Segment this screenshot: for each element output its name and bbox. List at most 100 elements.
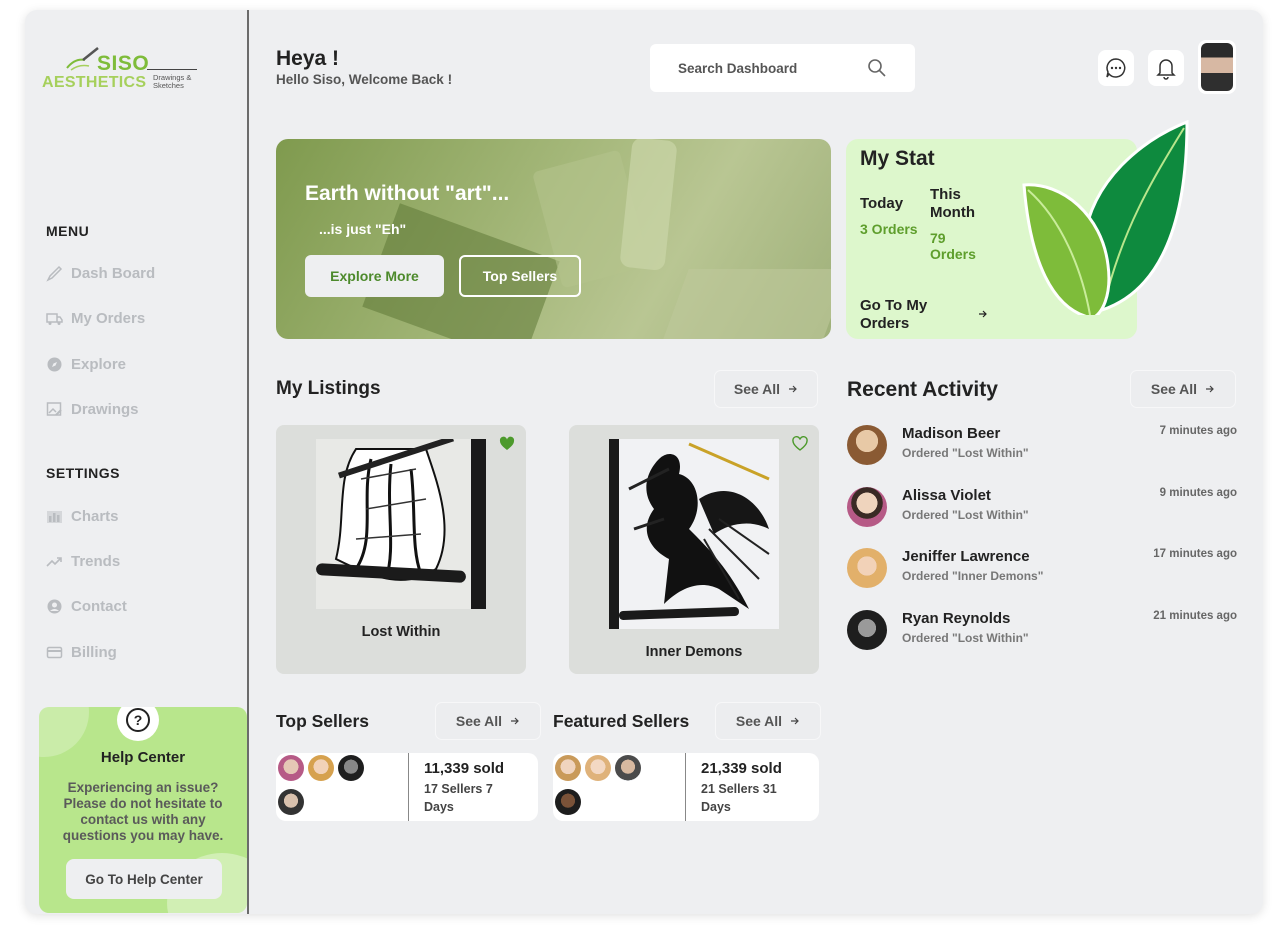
month-label: This Month [930, 186, 975, 221]
activity-item[interactable]: Alissa Violet Ordered "Lost Within" 9 mi… [847, 487, 1237, 533]
arrow-right-icon [791, 717, 799, 725]
hero-title: Earth without "art"... [305, 182, 510, 205]
sellers-meta: 21 Sellers 31 Days [701, 782, 777, 814]
avatar [555, 789, 581, 815]
sidebar-item-dashboard[interactable]: Dash Board [46, 262, 155, 284]
listing-image [316, 439, 486, 609]
welcome-text: Hello Siso, Welcome Back ! [276, 72, 453, 87]
sidebar-item-label: Billing [71, 643, 117, 661]
search-placeholder: Search Dashboard [678, 60, 798, 76]
featured-sellers-card[interactable]: 21,339 sold 21 Sellers 31 Days [553, 753, 819, 821]
avatar [615, 755, 641, 781]
logo-name-top: SISO [97, 52, 150, 75]
activity-time: 17 minutes ago [1153, 548, 1237, 560]
decor-shape [619, 139, 678, 271]
avatar [555, 755, 581, 781]
help-title: Help Center [100, 749, 186, 766]
search-input[interactable]: Search Dashboard [650, 44, 915, 92]
see-all-label: See All [735, 713, 783, 729]
arrow-right-icon[interactable] [978, 309, 988, 319]
listings-see-all-button[interactable]: See All [715, 371, 817, 407]
see-all-label: See All [455, 713, 503, 729]
sellers-meta: 17 Sellers 7 Days [424, 782, 493, 814]
sidebar-item-label: Drawings [71, 400, 139, 418]
image-edit-icon [46, 401, 62, 416]
messages-button[interactable] [1098, 50, 1134, 86]
sidebar-item-explore[interactable]: Explore [46, 353, 126, 375]
listing-card[interactable]: Inner Demons [569, 425, 819, 674]
today-value: 3 Orders [860, 221, 918, 237]
activity-action: Ordered "Lost Within" [902, 446, 1029, 460]
sidebar-item-label: Charts [71, 507, 119, 525]
top-sellers-button[interactable]: Top Sellers [459, 255, 581, 297]
top-sellers-card[interactable]: 11,339 sold 17 Sellers 7 Days [276, 753, 538, 821]
activity-action: Ordered "Lost Within" [902, 631, 1029, 645]
heart-outline-icon[interactable] [792, 436, 808, 452]
heart-filled-icon[interactable] [499, 436, 515, 452]
divider [685, 753, 686, 821]
sidebar-item-label: Contact [71, 597, 127, 615]
avatar [308, 755, 334, 781]
activity-user-name: Alissa Violet [902, 487, 991, 504]
activity-item[interactable]: Madison Beer Ordered "Lost Within" 7 min… [847, 425, 1237, 471]
arrow-right-icon [789, 385, 797, 393]
sidebar-item-label: My Orders [71, 309, 146, 327]
activity-item[interactable]: Jeniffer Lawrence Ordered "Inner Demons"… [847, 548, 1237, 594]
sidebar-item-drawings[interactable]: Drawings [46, 398, 139, 420]
avatar [847, 548, 887, 588]
app-window: SISO AESTHETICS Drawings & Sketches MENU… [25, 10, 1263, 914]
activity-user-name: Ryan Reynolds [902, 610, 1011, 627]
decor-shape [663, 269, 831, 339]
sidebar-item-label: Trends [71, 552, 121, 570]
see-all-label: See All [1150, 381, 1198, 397]
trend-icon [46, 556, 62, 567]
logo-tagline: Drawings & Sketches [153, 73, 192, 90]
user-avatar[interactable] [1198, 40, 1236, 94]
sidebar-item-label: Dash Board [71, 264, 156, 282]
greeting: Heya ! Hello Siso, Welcome Back ! [276, 47, 452, 87]
avatar [278, 755, 304, 781]
featured-sellers-see-all-button[interactable]: See All [716, 703, 820, 739]
settings-title: SETTINGS [46, 465, 121, 481]
top-sellers-see-all-button[interactable]: See All [436, 703, 540, 739]
listing-name: Inner Demons [645, 644, 743, 660]
see-all-label: See All [733, 381, 781, 397]
today-label: Today [860, 195, 904, 212]
explore-more-button[interactable]: Explore More [305, 255, 444, 297]
menu-title: MENU [46, 223, 90, 239]
featured-sellers-title: Featured Sellers [553, 711, 690, 731]
search-icon[interactable] [867, 58, 887, 78]
activity-time: 7 minutes ago [1159, 425, 1237, 437]
activity-user-name: Madison Beer [902, 425, 1001, 442]
month-value: 79 Orders [930, 230, 976, 262]
logo[interactable]: SISO AESTHETICS Drawings & Sketches [41, 44, 211, 96]
sidebar-item-my-orders[interactable]: My Orders [46, 307, 145, 329]
listing-card[interactable]: Lost Within [276, 425, 526, 674]
activity-action: Ordered "Lost Within" [902, 508, 1029, 522]
sidebar-item-billing[interactable]: Billing [46, 641, 117, 663]
compass-icon [47, 357, 62, 371]
avatar [847, 425, 887, 465]
sidebar-item-trends[interactable]: Trends [46, 550, 120, 572]
stat-title: My Stat [860, 147, 935, 170]
activity-time: 9 minutes ago [1159, 487, 1237, 499]
user-circle-icon [47, 599, 62, 613]
listings-title: My Listings [276, 378, 381, 399]
notifications-button[interactable] [1148, 50, 1184, 86]
sidebar-item-charts[interactable]: Charts [46, 505, 119, 527]
activity-action: Ordered "Inner Demons" [902, 569, 1044, 583]
activity-item[interactable]: Ryan Reynolds Ordered "Lost Within" 21 m… [847, 610, 1237, 656]
avatar [278, 789, 304, 815]
sidebar-item-contact[interactable]: Contact [46, 595, 127, 617]
brush-logo-icon [66, 47, 99, 71]
avatar [847, 487, 887, 527]
activity-title: Recent Activity [847, 378, 998, 401]
question-icon: ? [117, 707, 159, 741]
avatar [338, 755, 364, 781]
activity-time: 21 minutes ago [1153, 610, 1237, 622]
help-center-button[interactable]: Go To Help Center [66, 859, 222, 899]
help-center-card: ? Help Center Experiencing an issue? Ple… [39, 707, 247, 913]
go-to-orders-link[interactable]: Go To My Orders [860, 297, 950, 333]
activity-see-all-button[interactable]: See All [1131, 371, 1235, 407]
sold-count: 11,339 sold [424, 760, 505, 777]
